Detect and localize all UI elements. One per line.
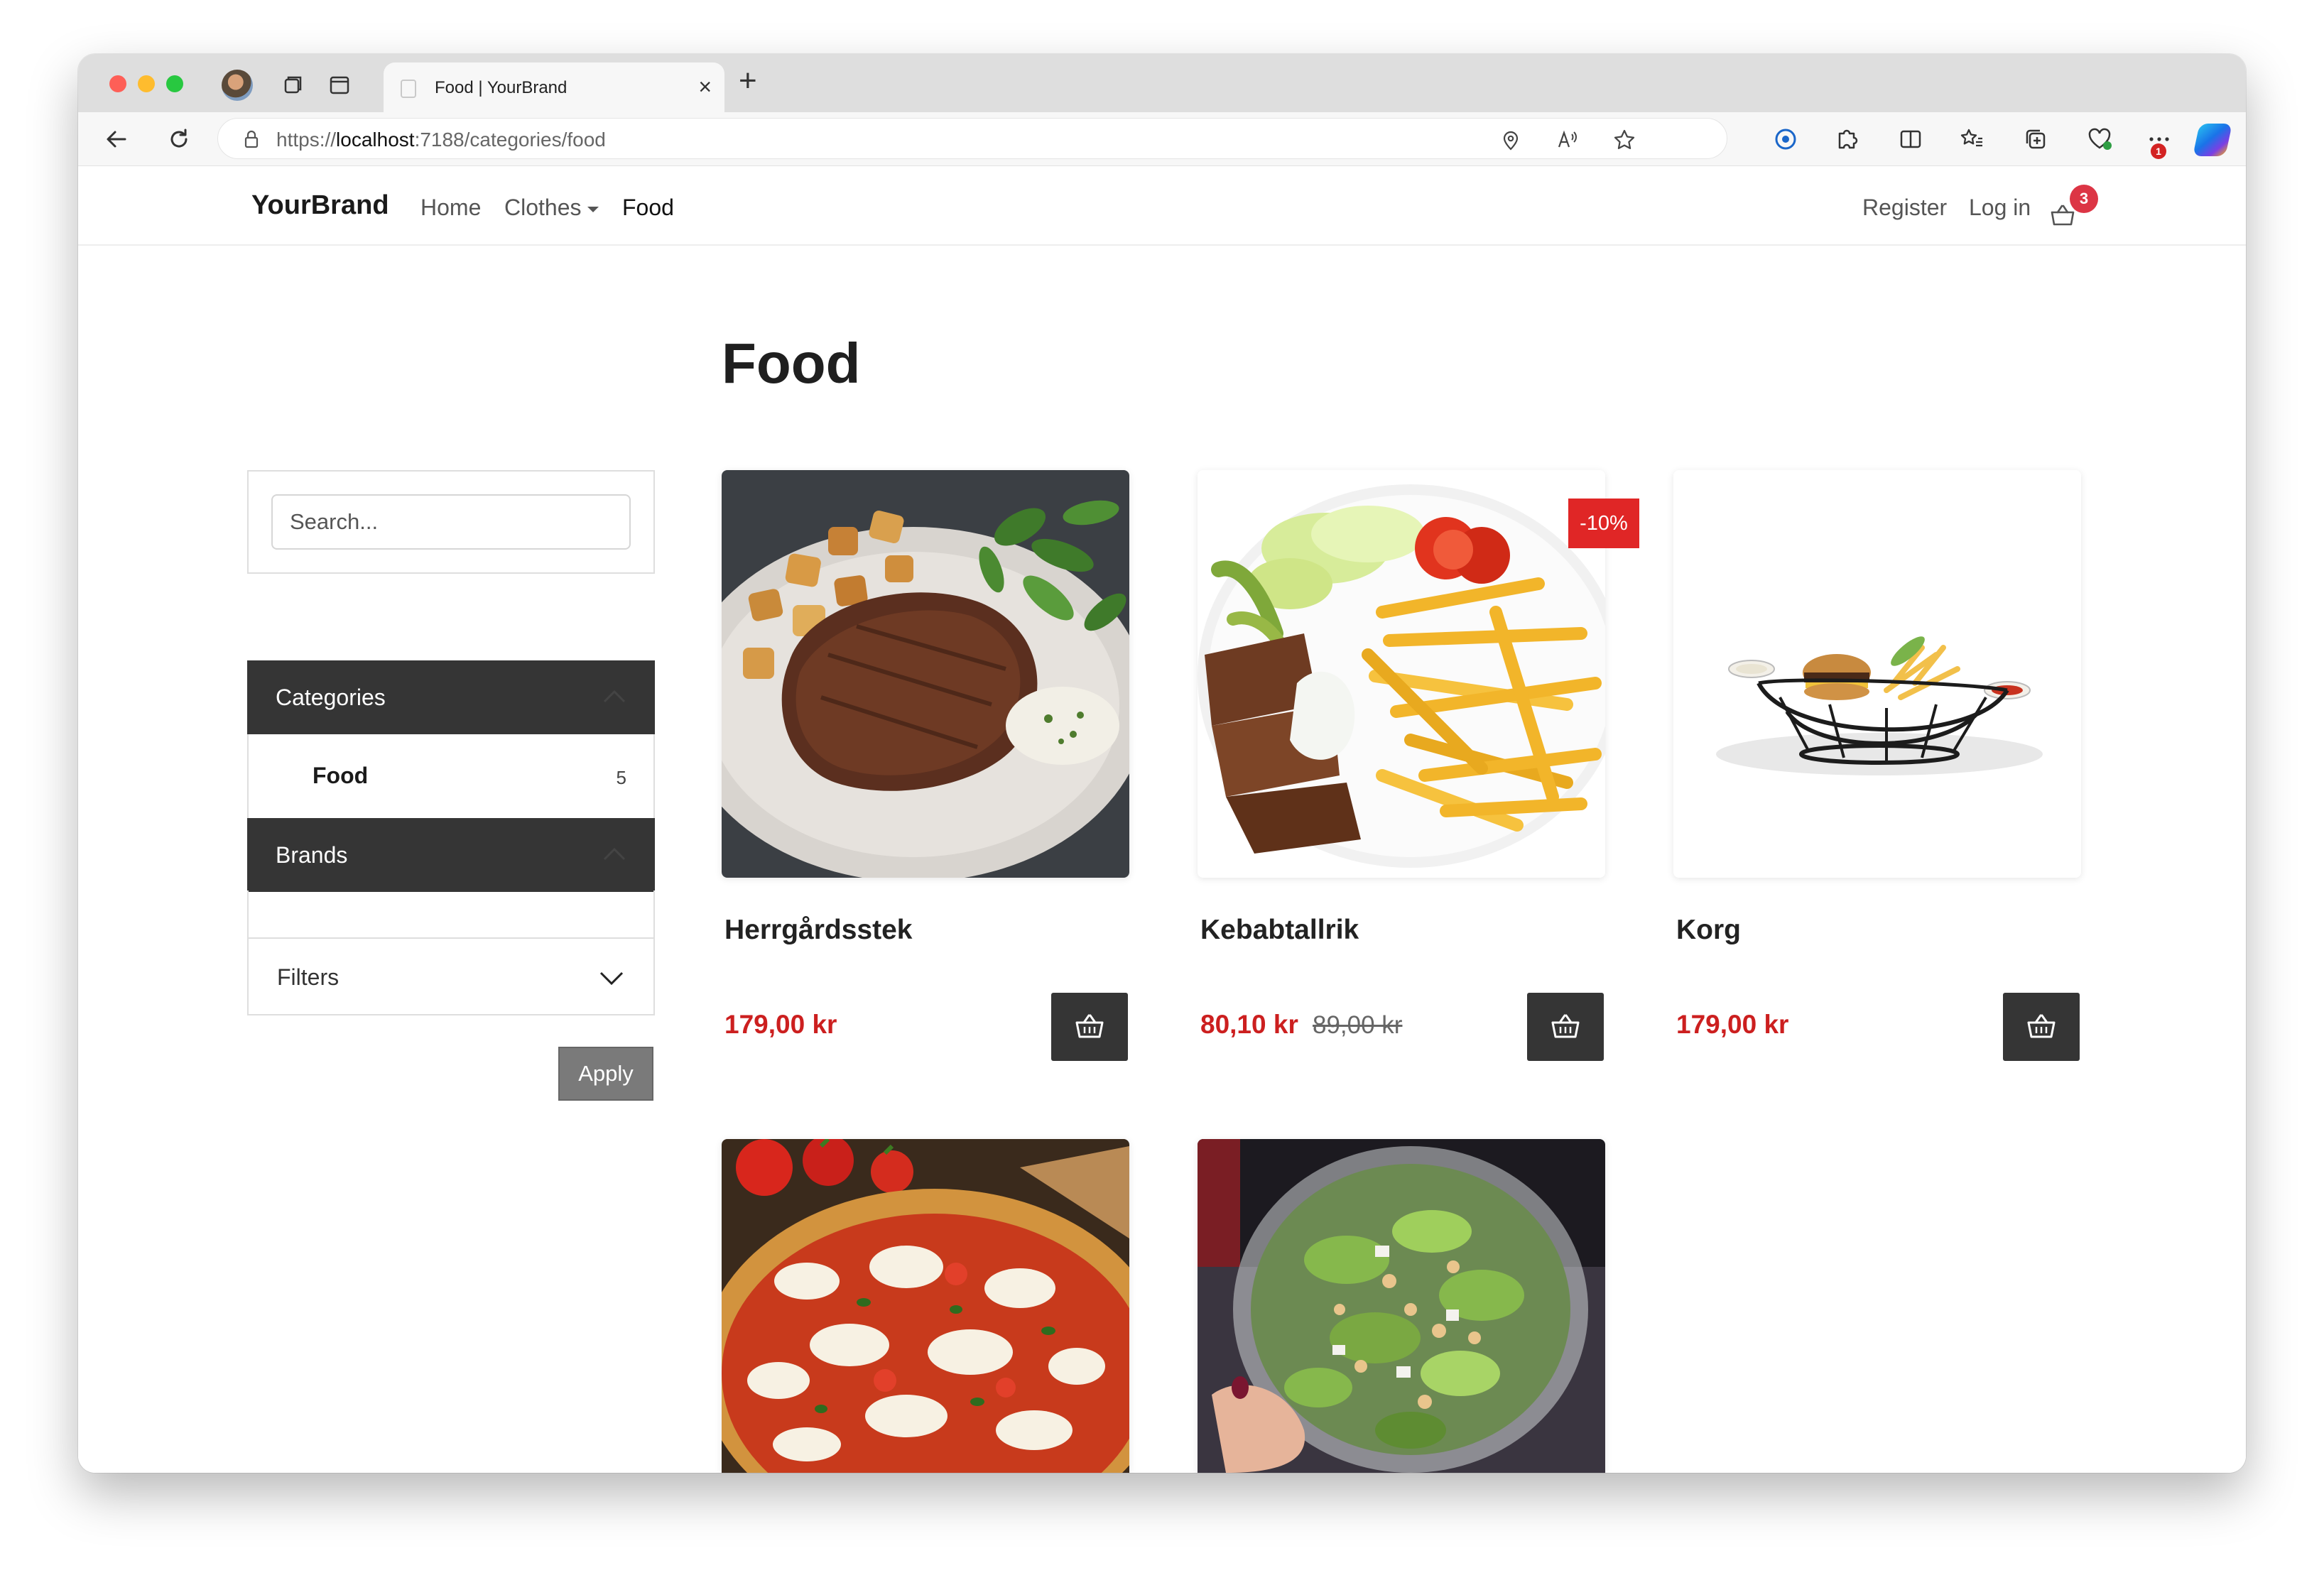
site-navbar: YourBrand Home Clothes Food Register Log…: [78, 166, 2246, 246]
add-to-cart-button[interactable]: [1527, 993, 1604, 1061]
login-link[interactable]: Log in: [1969, 195, 2031, 221]
copilot-icon[interactable]: [2193, 124, 2232, 156]
brand-logo[interactable]: YourBrand: [251, 190, 389, 221]
address-bar-row: https://localhost:7188/categories/food 1: [78, 112, 2246, 166]
extensions-puzzle-icon[interactable]: [1832, 125, 1861, 153]
category-count: 5: [616, 767, 626, 788]
page-title: Food: [722, 332, 861, 395]
workspaces-icon[interactable]: [278, 71, 307, 99]
lock-icon[interactable]: [241, 129, 262, 150]
product-image-kebab[interactable]: [1198, 470, 1605, 878]
nav-home[interactable]: Home: [420, 195, 481, 221]
maximize-window-button[interactable]: [166, 75, 183, 92]
search-card: [247, 470, 655, 574]
notification-badge: 1: [2151, 143, 2166, 159]
filters-accordion-header[interactable]: Filters: [247, 939, 655, 1015]
chevron-up-icon: [603, 690, 626, 703]
new-tab-icon[interactable]: +: [739, 65, 757, 97]
nav-clothes-dropdown[interactable]: Clothes: [504, 195, 599, 221]
discount-badge: -10%: [1568, 499, 1639, 548]
nav-food[interactable]: Food: [622, 195, 674, 221]
page-content: Food Categories Food 5 Brands Filters: [78, 246, 2246, 1473]
url-field[interactable]: https://localhost:7188/categories/food: [217, 118, 1727, 159]
product-name[interactable]: Korg: [1676, 915, 1741, 946]
browser-essentials-icon[interactable]: [2085, 125, 2114, 153]
read-aloud-icon[interactable]: [1555, 127, 1580, 153]
tab-title: Food | YourBrand: [435, 78, 568, 97]
browser-window: Food | YourBrand × + https://localhost:7…: [78, 54, 2246, 1473]
categories-accordion-header[interactable]: Categories: [247, 660, 655, 734]
split-screen-icon[interactable]: [1896, 125, 1925, 153]
tab-active[interactable]: Food | YourBrand ×: [384, 62, 724, 112]
basket-icon: [1551, 1014, 1580, 1038]
favorite-star-icon[interactable]: [1612, 127, 1637, 153]
caret-down-icon: [587, 206, 599, 212]
product-name[interactable]: Kebabtallrik: [1200, 915, 1359, 946]
tab-bar: Food | YourBrand × +: [78, 54, 2246, 112]
url-text: https://localhost:7188/categories/food: [276, 129, 606, 151]
chevron-up-icon: [603, 847, 626, 861]
favorites-icon[interactable]: [1958, 125, 1986, 153]
brands-list: [247, 890, 655, 939]
product-name[interactable]: Herrgårdsstek: [724, 915, 912, 946]
categories-label: Categories: [276, 685, 386, 710]
minimize-window-button[interactable]: [138, 75, 155, 92]
apply-button[interactable]: Apply: [558, 1047, 653, 1101]
product-price: 179,00 kr: [1676, 1010, 1789, 1039]
register-link[interactable]: Register: [1862, 195, 1947, 221]
chevron-down-icon: [599, 971, 624, 986]
search-input[interactable]: [271, 494, 631, 550]
add-to-cart-button[interactable]: [1051, 993, 1128, 1061]
add-to-cart-button[interactable]: [2003, 993, 2080, 1061]
profile-avatar[interactable]: [222, 70, 253, 101]
close-window-button[interactable]: [109, 75, 126, 92]
reload-icon[interactable]: [165, 125, 193, 153]
product-image-burger-basket[interactable]: [1673, 470, 2081, 878]
cart-count-badge: 3: [2070, 185, 2098, 213]
collections-icon[interactable]: [2021, 125, 2050, 153]
tab-actions-icon[interactable]: [325, 71, 354, 99]
product-old-price: 89,00 kr: [1313, 1011, 1403, 1039]
basket-icon: [1075, 1014, 1104, 1038]
category-item-food[interactable]: Food 5: [247, 734, 655, 818]
page-favicon-icon: [401, 80, 416, 98]
category-name: Food: [313, 763, 369, 788]
basket-icon: [2027, 1014, 2056, 1038]
location-icon[interactable]: [1498, 127, 1524, 153]
brands-accordion-header[interactable]: Brands: [247, 818, 655, 892]
product-image-steak[interactable]: [722, 470, 1129, 878]
product-image-pizza[interactable]: [722, 1139, 1129, 1473]
back-icon[interactable]: [102, 125, 131, 153]
filters-label: Filters: [277, 964, 340, 990]
product-price: 80,10 kr: [1200, 1010, 1298, 1039]
close-tab-icon[interactable]: ×: [698, 75, 712, 98]
brands-label: Brands: [276, 842, 348, 868]
product-price: 179,00 kr: [724, 1010, 837, 1039]
product-image-salad[interactable]: [1198, 1139, 1605, 1473]
extension-icon[interactable]: [1771, 125, 1800, 153]
